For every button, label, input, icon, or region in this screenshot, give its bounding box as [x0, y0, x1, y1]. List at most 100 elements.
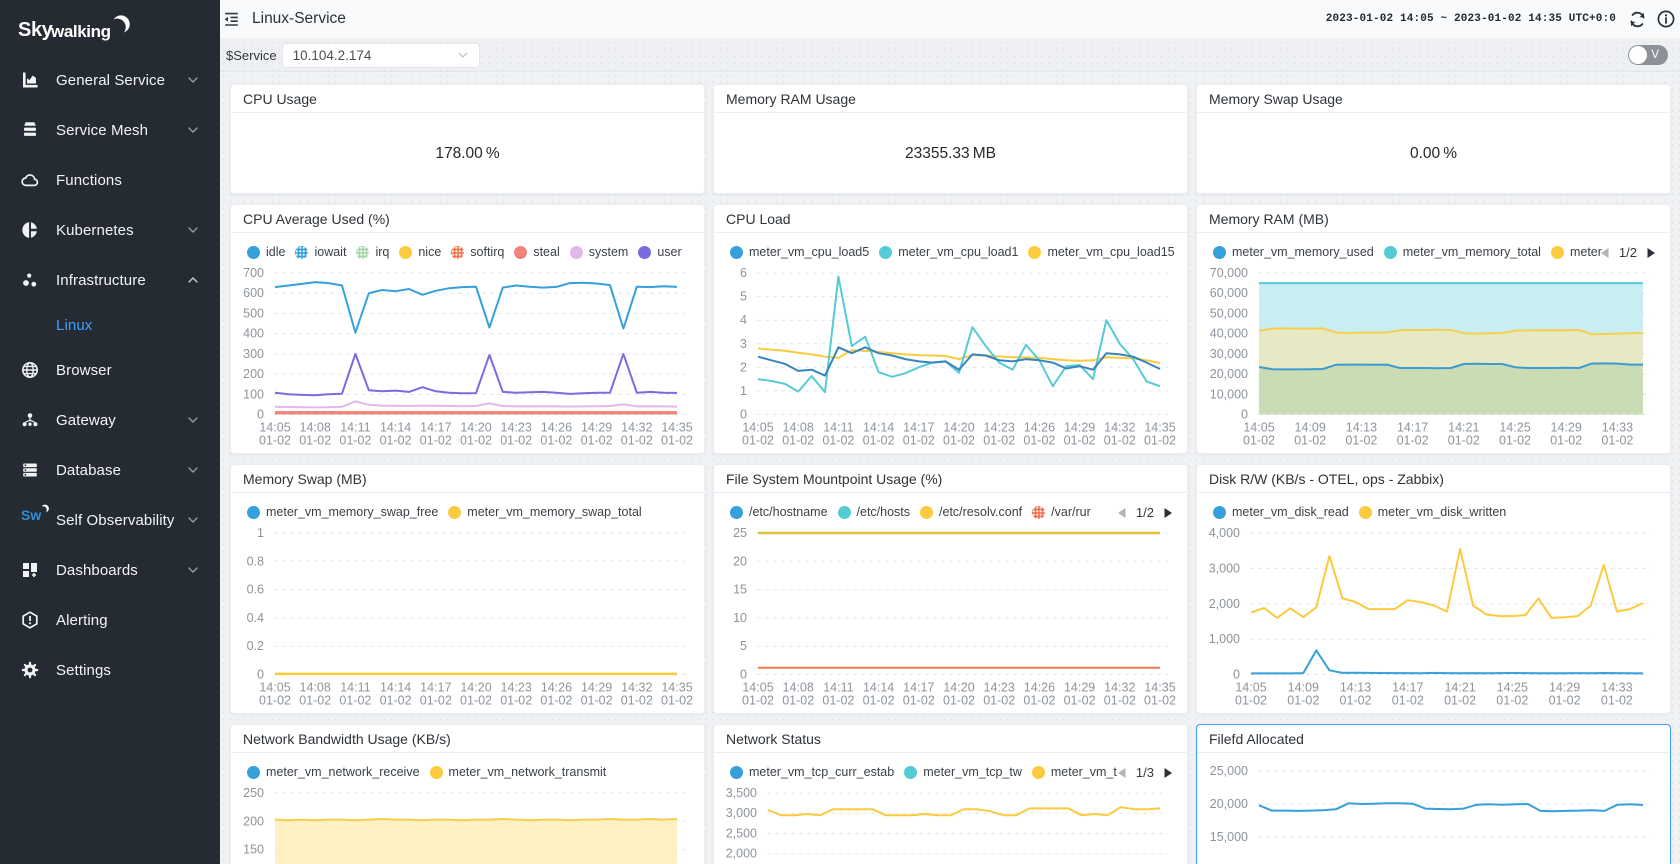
- svg-text:20,000: 20,000: [1210, 797, 1248, 811]
- svg-text:01-02: 01-02: [661, 434, 693, 448]
- svg-text:14:08: 14:08: [783, 421, 814, 435]
- svg-text:14:32: 14:32: [621, 421, 652, 435]
- svg-text:600: 600: [243, 286, 264, 300]
- svg-text:0: 0: [740, 408, 747, 422]
- svg-text:01-02: 01-02: [1496, 694, 1528, 708]
- svg-text:14:35: 14:35: [661, 681, 692, 695]
- svg-text:200: 200: [243, 367, 264, 381]
- svg-text:14:35: 14:35: [1144, 421, 1175, 435]
- svg-text:01-02: 01-02: [259, 434, 291, 448]
- svg-text:01-02: 01-02: [1023, 434, 1055, 448]
- svg-text:14:33: 14:33: [1601, 681, 1632, 695]
- svg-text:2,000: 2,000: [726, 847, 757, 861]
- svg-text:20,000: 20,000: [1210, 367, 1248, 381]
- svg-text:14:20: 14:20: [943, 681, 974, 695]
- svg-text:01-02: 01-02: [500, 694, 532, 708]
- svg-text:01-02: 01-02: [1287, 694, 1319, 708]
- svg-text:40,000: 40,000: [1210, 327, 1248, 341]
- svg-text:14:26: 14:26: [541, 681, 572, 695]
- svg-text:14:17: 14:17: [1397, 421, 1428, 435]
- svg-text:14:09: 14:09: [1288, 681, 1319, 695]
- svg-text:14:26: 14:26: [1024, 421, 1055, 435]
- svg-text:200: 200: [243, 814, 264, 828]
- svg-text:0: 0: [257, 668, 264, 682]
- svg-text:14:33: 14:33: [1602, 421, 1633, 435]
- svg-text:15,000: 15,000: [1210, 830, 1248, 844]
- svg-text:01-02: 01-02: [500, 434, 532, 448]
- svg-text:01-02: 01-02: [420, 434, 452, 448]
- svg-text:14:29: 14:29: [581, 421, 612, 435]
- svg-text:10: 10: [733, 611, 747, 625]
- svg-text:14:26: 14:26: [1024, 681, 1055, 695]
- svg-text:14:05: 14:05: [1243, 421, 1274, 435]
- svg-text:01-02: 01-02: [1144, 434, 1176, 448]
- svg-text:01-02: 01-02: [822, 694, 854, 708]
- svg-text:14:11: 14:11: [340, 421, 370, 435]
- svg-text:14:20: 14:20: [460, 681, 491, 695]
- svg-text:60,000: 60,000: [1210, 286, 1248, 300]
- svg-text:01-02: 01-02: [1104, 434, 1136, 448]
- svg-text:400: 400: [243, 327, 264, 341]
- svg-text:01-02: 01-02: [540, 694, 572, 708]
- svg-text:14:29: 14:29: [1064, 421, 1095, 435]
- svg-text:01-02: 01-02: [1392, 694, 1424, 708]
- svg-text:14:14: 14:14: [863, 681, 894, 695]
- svg-text:14:05: 14:05: [742, 681, 773, 695]
- svg-text:01-02: 01-02: [1064, 694, 1096, 708]
- svg-text:01-02: 01-02: [621, 434, 653, 448]
- svg-text:14:32: 14:32: [1104, 421, 1135, 435]
- svg-text:3: 3: [740, 337, 747, 351]
- svg-text:01-02: 01-02: [1104, 694, 1136, 708]
- svg-text:14:05: 14:05: [259, 421, 290, 435]
- svg-text:14:17: 14:17: [903, 681, 934, 695]
- svg-text:14:29: 14:29: [1064, 681, 1095, 695]
- svg-text:01-02: 01-02: [983, 694, 1015, 708]
- svg-text:01-02: 01-02: [1243, 434, 1275, 448]
- svg-text:01-02: 01-02: [380, 694, 412, 708]
- svg-text:14:05: 14:05: [259, 681, 290, 695]
- svg-text:01-02: 01-02: [1345, 434, 1377, 448]
- svg-text:01-02: 01-02: [339, 694, 371, 708]
- svg-text:14:21: 14:21: [1448, 421, 1479, 435]
- svg-text:3,000: 3,000: [1209, 561, 1240, 575]
- svg-text:14:29: 14:29: [1549, 681, 1580, 695]
- svg-text:700: 700: [243, 266, 264, 280]
- svg-text:14:20: 14:20: [460, 421, 491, 435]
- svg-text:1: 1: [257, 526, 264, 540]
- svg-text:14:29: 14:29: [1551, 421, 1582, 435]
- svg-text:01-02: 01-02: [742, 434, 774, 448]
- svg-text:2,500: 2,500: [726, 826, 757, 840]
- svg-text:14:23: 14:23: [984, 421, 1015, 435]
- svg-text:14:14: 14:14: [863, 421, 894, 435]
- svg-text:4: 4: [740, 313, 747, 327]
- svg-text:14:29: 14:29: [581, 681, 612, 695]
- svg-text:14:13: 14:13: [1340, 681, 1371, 695]
- svg-text:14:17: 14:17: [420, 681, 451, 695]
- svg-text:01-02: 01-02: [1499, 434, 1531, 448]
- svg-text:14:11: 14:11: [823, 681, 853, 695]
- svg-text:14:23: 14:23: [501, 681, 532, 695]
- svg-text:2,000: 2,000: [1209, 597, 1240, 611]
- svg-text:0: 0: [1233, 668, 1240, 682]
- svg-text:14:25: 14:25: [1499, 421, 1530, 435]
- svg-text:0.2: 0.2: [247, 639, 264, 653]
- svg-text:6: 6: [740, 266, 747, 280]
- svg-text:5: 5: [740, 290, 747, 304]
- svg-text:14:20: 14:20: [943, 421, 974, 435]
- svg-text:14:21: 14:21: [1444, 681, 1475, 695]
- svg-text:01-02: 01-02: [1340, 694, 1372, 708]
- svg-text:01-02: 01-02: [661, 694, 693, 708]
- svg-text:15: 15: [733, 583, 747, 597]
- svg-text:14:17: 14:17: [1392, 681, 1423, 695]
- svg-text:01-02: 01-02: [863, 694, 895, 708]
- svg-text:01-02: 01-02: [339, 434, 371, 448]
- svg-text:3,000: 3,000: [726, 806, 757, 820]
- svg-text:01-02: 01-02: [822, 434, 854, 448]
- svg-text:1: 1: [740, 384, 747, 398]
- svg-text:10,000: 10,000: [1210, 387, 1248, 401]
- svg-text:01-02: 01-02: [863, 434, 895, 448]
- svg-text:01-02: 01-02: [742, 694, 774, 708]
- svg-text:14:14: 14:14: [380, 421, 411, 435]
- svg-text:0.8: 0.8: [247, 554, 264, 568]
- svg-text:01-02: 01-02: [460, 694, 492, 708]
